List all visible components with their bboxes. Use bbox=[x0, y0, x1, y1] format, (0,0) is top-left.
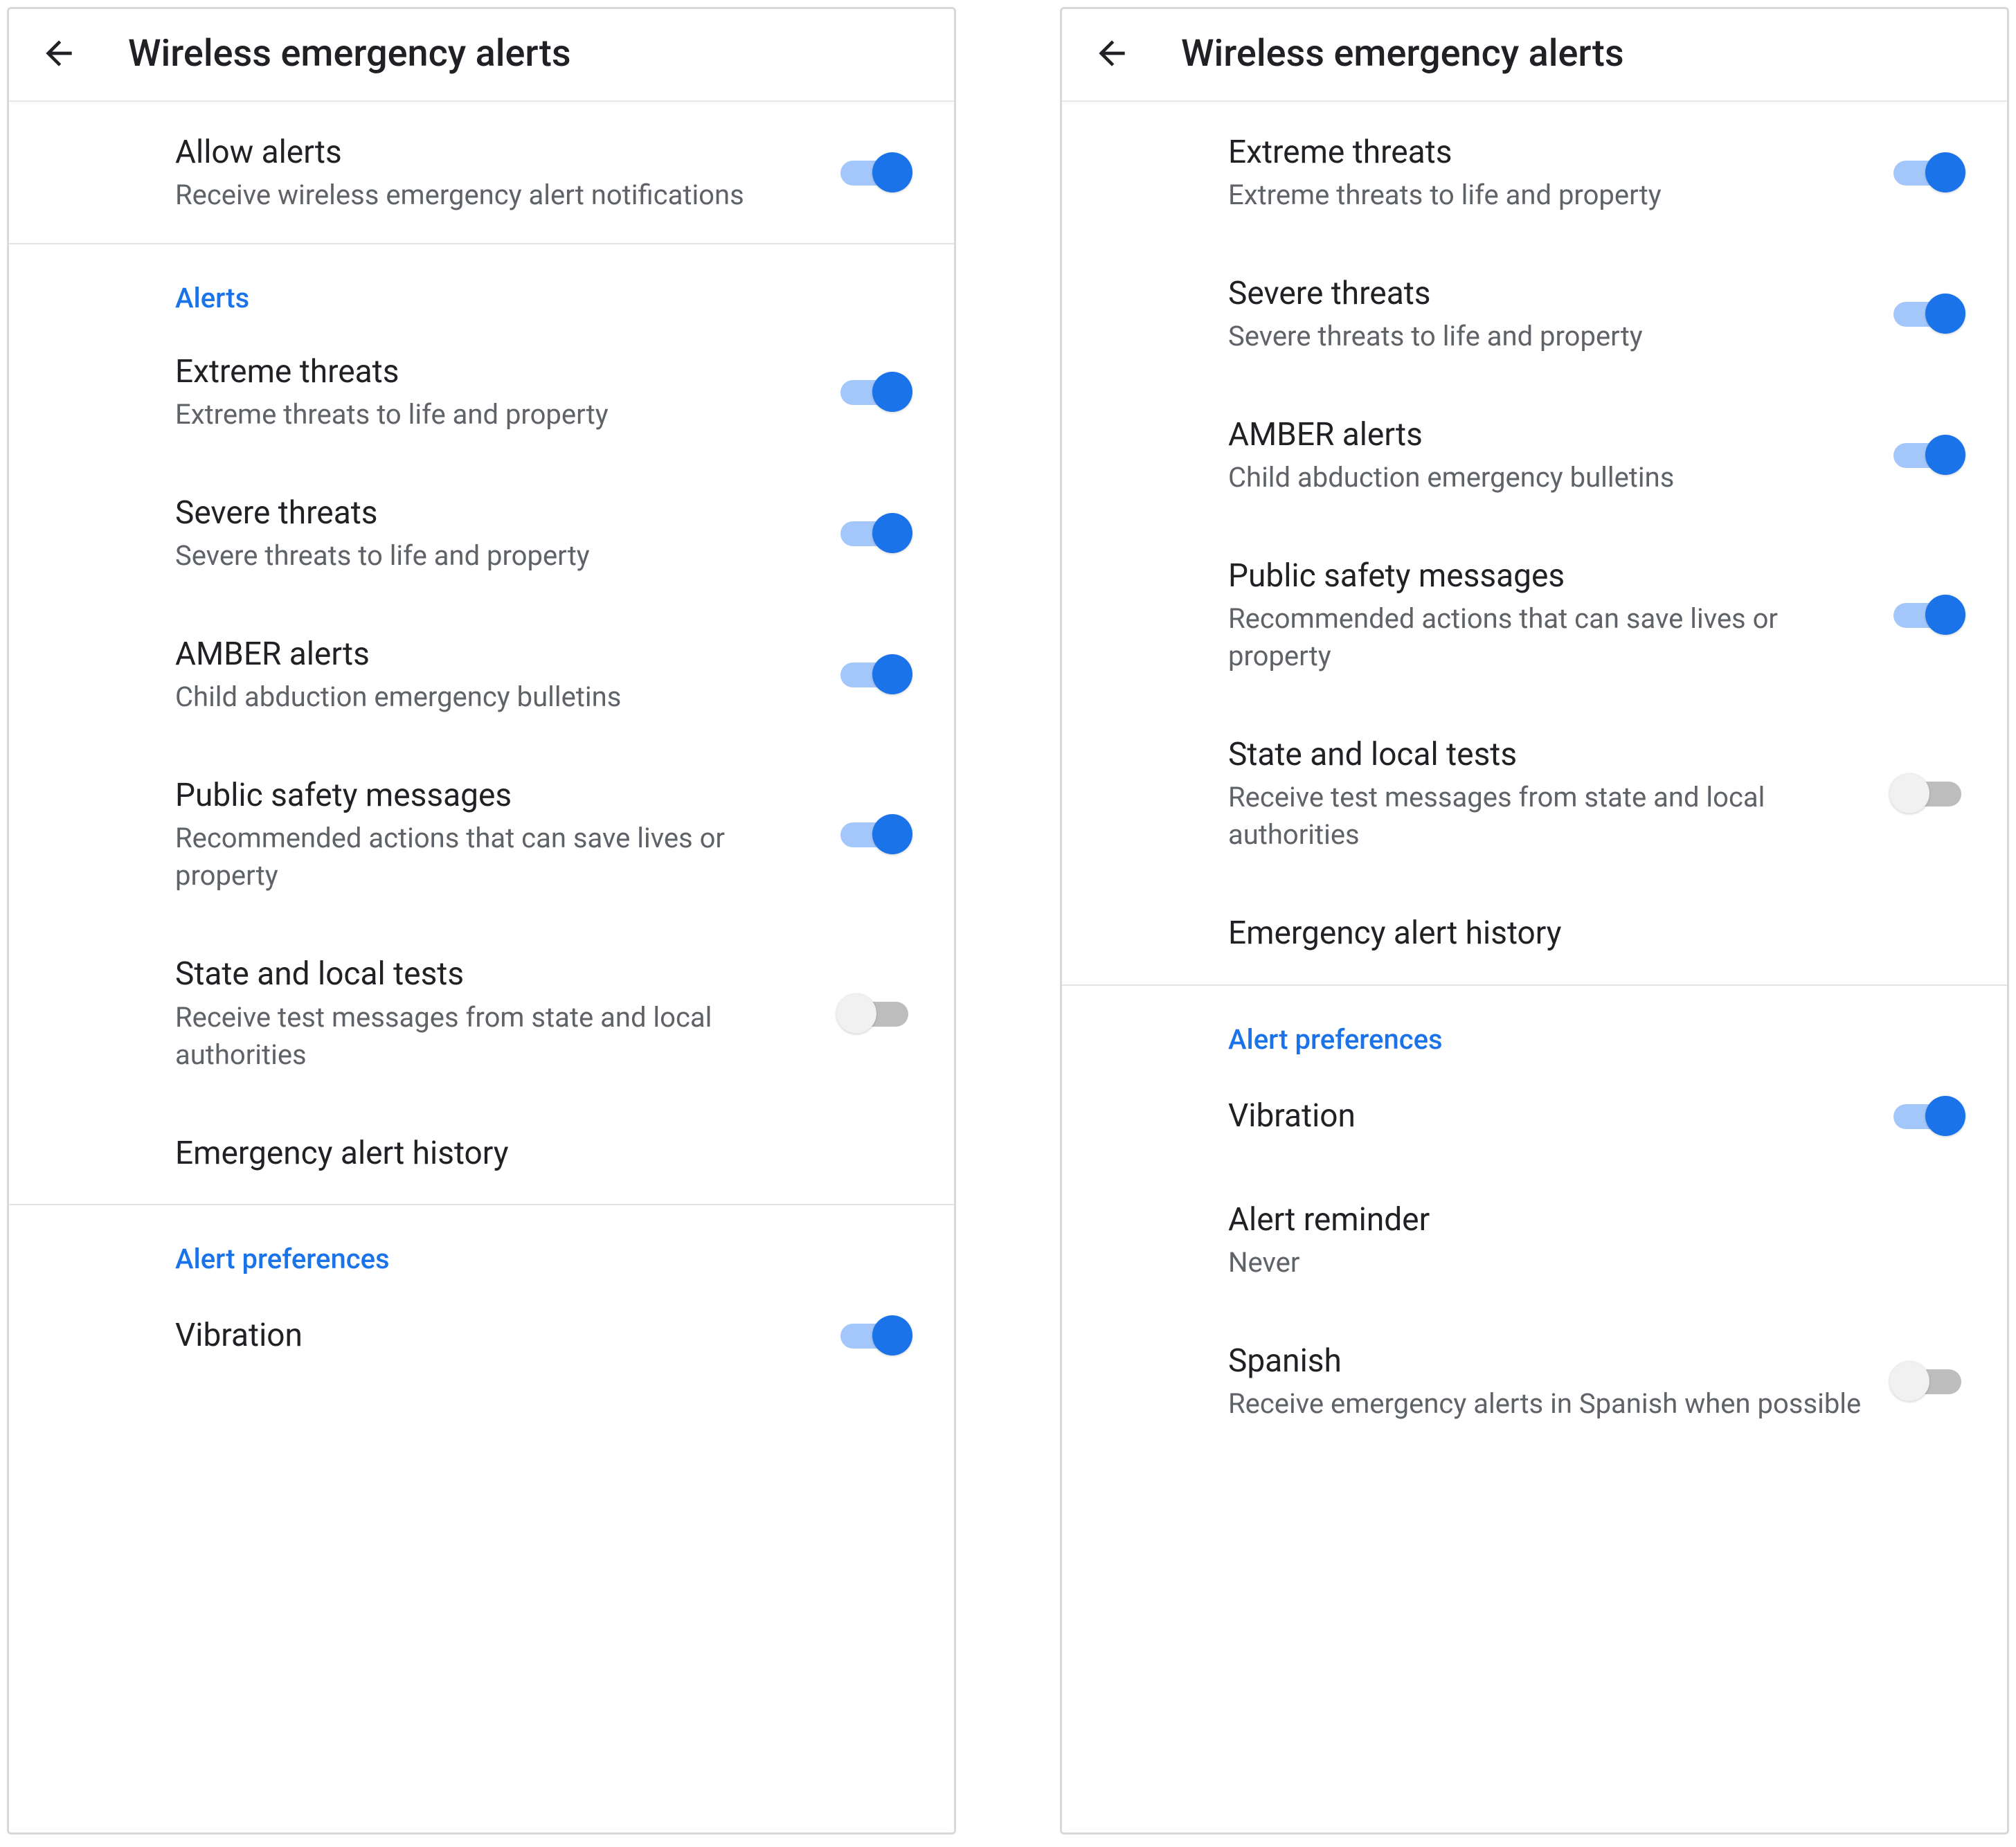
appbar: Wireless emergency alerts bbox=[9, 9, 954, 102]
vibration-toggle[interactable] bbox=[1889, 1092, 1965, 1140]
state-local-title: State and local tests bbox=[175, 953, 809, 995]
severe-threats-sub: Severe threats to life and property bbox=[175, 537, 809, 575]
alerts-section-header: Alerts bbox=[9, 244, 954, 321]
severe-threats-toggle[interactable] bbox=[836, 509, 912, 557]
phone-left: Wireless emergency alerts Allow alerts R… bbox=[7, 7, 956, 1835]
page-title: Wireless emergency alerts bbox=[128, 32, 571, 75]
back-button[interactable] bbox=[1084, 26, 1140, 81]
amber-alerts-sub: Child abduction emergency bulletins bbox=[175, 678, 809, 716]
extreme-threats-row[interactable]: Extreme threats Extreme threats to life … bbox=[1062, 102, 2007, 243]
public-safety-title: Public safety messages bbox=[175, 774, 809, 817]
alert-preferences-header: Alert preferences bbox=[9, 1205, 954, 1282]
spanish-row[interactable]: Spanish Receive emergency alerts in Span… bbox=[1062, 1310, 2007, 1452]
appbar: Wireless emergency alerts bbox=[1062, 9, 2007, 102]
arrow-back-icon bbox=[1092, 34, 1131, 73]
public-safety-row[interactable]: Public safety messages Recommended actio… bbox=[1062, 525, 2007, 704]
amber-alerts-row[interactable]: AMBER alerts Child abduction emergency b… bbox=[1062, 384, 2007, 525]
extreme-threats-sub: Extreme threats to life and property bbox=[175, 396, 809, 433]
severe-threats-row[interactable]: Severe threats Severe threats to life an… bbox=[1062, 243, 2007, 384]
amber-alerts-sub: Child abduction emergency bulletins bbox=[1228, 459, 1862, 496]
state-local-title: State and local tests bbox=[1228, 733, 1862, 776]
extreme-threats-toggle[interactable] bbox=[836, 368, 912, 416]
page-title: Wireless emergency alerts bbox=[1181, 32, 1624, 75]
alert-reminder-sub: Never bbox=[1228, 1244, 1938, 1281]
public-safety-sub: Recommended actions that can save lives … bbox=[1228, 600, 1862, 675]
public-safety-title: Public safety messages bbox=[1228, 555, 1862, 597]
emergency-history-title: Emergency alert history bbox=[175, 1132, 885, 1175]
content: Allow alerts Receive wireless emergency … bbox=[9, 102, 954, 1832]
severe-threats-row[interactable]: Severe threats Severe threats to life an… bbox=[9, 462, 954, 604]
amber-alerts-title: AMBER alerts bbox=[1228, 413, 1862, 456]
state-local-row[interactable]: State and local tests Receive test messa… bbox=[1062, 704, 2007, 883]
amber-alerts-toggle[interactable] bbox=[1889, 431, 1965, 479]
vibration-title: Vibration bbox=[1228, 1094, 1862, 1137]
public-safety-row[interactable]: Public safety messages Recommended actio… bbox=[9, 745, 954, 924]
content: Extreme threats Extreme threats to life … bbox=[1062, 102, 2007, 1832]
emergency-history-row[interactable]: Emergency alert history bbox=[9, 1103, 954, 1204]
phone-right: Wireless emergency alerts Extreme threat… bbox=[1060, 7, 2009, 1835]
public-safety-sub: Recommended actions that can save lives … bbox=[175, 820, 809, 894]
state-local-row[interactable]: State and local tests Receive test messa… bbox=[9, 924, 954, 1102]
state-local-toggle[interactable] bbox=[1889, 769, 1965, 818]
arrow-back-icon bbox=[39, 34, 78, 73]
severe-threats-title: Severe threats bbox=[1228, 272, 1862, 315]
allow-alerts-sub: Receive wireless emergency alert notific… bbox=[175, 177, 809, 214]
allow-alerts-title: Allow alerts bbox=[175, 131, 809, 174]
extreme-threats-toggle[interactable] bbox=[1889, 148, 1965, 197]
vibration-toggle[interactable] bbox=[836, 1311, 912, 1360]
state-local-toggle[interactable] bbox=[836, 989, 912, 1038]
amber-alerts-row[interactable]: AMBER alerts Child abduction emergency b… bbox=[9, 604, 954, 745]
alert-reminder-title: Alert reminder bbox=[1228, 1198, 1938, 1241]
extreme-threats-sub: Extreme threats to life and property bbox=[1228, 177, 1862, 214]
public-safety-toggle[interactable] bbox=[836, 810, 912, 858]
emergency-history-title: Emergency alert history bbox=[1228, 912, 1938, 955]
severe-threats-toggle[interactable] bbox=[1889, 289, 1965, 338]
emergency-history-row[interactable]: Emergency alert history bbox=[1062, 883, 2007, 984]
vibration-title: Vibration bbox=[175, 1314, 809, 1357]
severe-threats-sub: Severe threats to life and property bbox=[1228, 318, 1862, 355]
extreme-threats-title: Extreme threats bbox=[175, 350, 809, 393]
allow-alerts-row[interactable]: Allow alerts Receive wireless emergency … bbox=[9, 102, 954, 243]
state-local-sub: Receive test messages from state and loc… bbox=[175, 999, 809, 1074]
vibration-row[interactable]: Vibration bbox=[1062, 1063, 2007, 1169]
allow-alerts-toggle[interactable] bbox=[836, 148, 912, 197]
extreme-threats-title: Extreme threats bbox=[1228, 131, 1862, 174]
extreme-threats-row[interactable]: Extreme threats Extreme threats to life … bbox=[9, 321, 954, 462]
amber-alerts-toggle[interactable] bbox=[836, 650, 912, 699]
back-button[interactable] bbox=[31, 26, 87, 81]
alert-reminder-row[interactable]: Alert reminder Never bbox=[1062, 1169, 2007, 1310]
vibration-row[interactable]: Vibration bbox=[9, 1282, 954, 1389]
public-safety-toggle[interactable] bbox=[1889, 591, 1965, 639]
alert-preferences-header: Alert preferences bbox=[1062, 986, 2007, 1063]
amber-alerts-title: AMBER alerts bbox=[175, 633, 809, 676]
spanish-title: Spanish bbox=[1228, 1340, 1862, 1382]
severe-threats-title: Severe threats bbox=[175, 492, 809, 534]
spanish-sub: Receive emergency alerts in Spanish when… bbox=[1228, 1385, 1862, 1423]
state-local-sub: Receive test messages from state and loc… bbox=[1228, 779, 1862, 854]
spanish-toggle[interactable] bbox=[1889, 1357, 1965, 1405]
